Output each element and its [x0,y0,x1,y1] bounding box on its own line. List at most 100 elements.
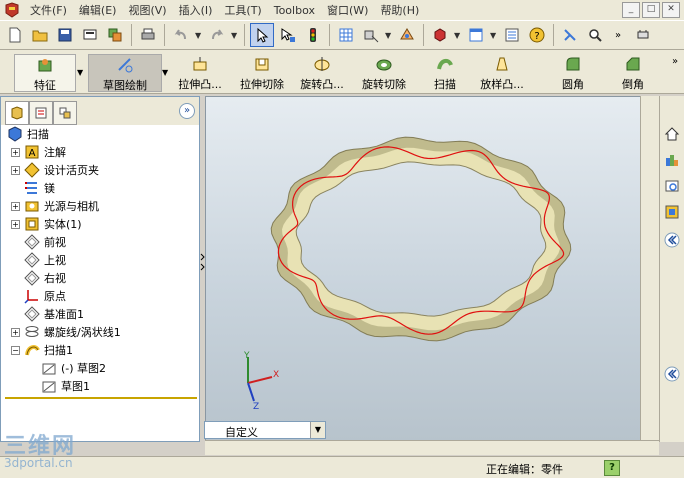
tree-expander-icon[interactable]: + [11,201,20,211]
tree-item[interactable]: + A 注解 [1,143,199,161]
toolbar-separator [244,24,245,46]
tree-item[interactable]: + 实体(1) [1,215,199,233]
solidworks-logo-icon[interactable] [4,2,20,18]
tree-item[interactable]: + 光源与相机 [1,197,199,215]
toolbar-separator [553,24,554,46]
save-button[interactable] [54,24,76,46]
select-button[interactable] [250,23,274,47]
section-view-button[interactable] [465,24,487,46]
filter-button[interactable] [277,24,299,46]
features-tab[interactable]: 特征 [14,54,76,92]
tree-item[interactable]: 基准面1 [1,305,199,323]
tree-item-label: 设计活页夹 [44,164,99,177]
horizontal-scrollbar[interactable] [205,440,659,455]
sweep-button[interactable]: 扫描 [422,54,468,92]
view-orientation-select[interactable]: 自定义 ▼ [204,421,326,439]
tree-root[interactable]: 扫描 [1,125,199,143]
chevron-down-icon[interactable]: ▼ [77,68,83,77]
print-button[interactable] [137,24,159,46]
graphics-area[interactable]: Y X Z [205,96,659,442]
menu-tools[interactable]: 工具(T) [218,2,267,18]
fillet-button[interactable]: 圆角 [548,54,598,92]
tree-item[interactable]: 前视 [1,233,199,251]
chamfer-button[interactable]: 倒角 [608,54,658,92]
vertical-scrollbar[interactable] [640,96,659,440]
extruded-boss-button[interactable]: 拉伸凸... [172,54,228,92]
restore-button[interactable]: □ [642,2,660,18]
rollback-bar[interactable] [5,397,197,399]
loft-boss-button[interactable]: 放样凸... [474,54,530,92]
properties-button[interactable] [501,24,523,46]
tree-expander-icon[interactable]: + [11,219,20,229]
command-manager: 特征 ▼ 草图绘制 ▼ 拉伸凸... 拉伸切除 旋转凸... 旋转切除 扫描 放… [0,50,684,94]
tab-property-manager[interactable] [29,101,53,125]
panel-expand-button[interactable]: » [179,103,195,119]
print-preview-button[interactable] [79,24,101,46]
chevron-down-icon[interactable]: ▼ [195,31,203,40]
tree-item[interactable]: − 扫描1 [1,341,199,359]
undo-button[interactable] [170,24,192,46]
tree-item[interactable]: 草图1 [1,377,199,395]
task-pane-collapse-button[interactable] [662,230,682,250]
smart-dimension-button[interactable] [559,24,581,46]
redo-button[interactable] [206,24,228,46]
chevron-down-icon[interactable]: ▼ [385,31,393,40]
chevron-down-icon[interactable]: ▼ [490,31,498,40]
toolbar-overflow-icon[interactable]: » [615,30,621,41]
menu-help[interactable]: 帮助(H) [374,2,425,18]
menu-edit[interactable]: 编辑(E) [73,2,123,18]
menu-insert[interactable]: 插入(I) [173,2,219,18]
extruded-cut-button[interactable]: 拉伸切除 [234,54,290,92]
tree-expander-icon[interactable]: + [11,165,20,175]
chevron-down-icon[interactable]: ▼ [162,68,168,77]
grid-button[interactable] [335,24,357,46]
tree-item[interactable]: + 设计活页夹 [1,161,199,179]
revolved-cut-button[interactable]: 旋转切除 [356,54,412,92]
toolbar-separator [329,24,330,46]
task-pane-home-button[interactable] [662,124,682,144]
addins-button[interactable] [632,24,654,46]
chevron-down-icon[interactable]: ▼ [310,422,325,438]
overflow-chevron-icon[interactable]: » [672,56,678,67]
tree-expander-icon[interactable]: + [11,147,20,157]
tree-item[interactable]: + 螺旋线/涡状线1 [1,323,199,341]
menu-window[interactable]: 窗口(W) [321,2,374,18]
traffic-light-icon [310,28,316,42]
tab-configuration-manager[interactable] [53,101,77,125]
task-pane-palette-button[interactable] [662,202,682,222]
menu-file[interactable]: 文件(F) [24,2,73,18]
tree-item[interactable]: 右视 [1,269,199,287]
chevron-down-icon[interactable]: ▼ [231,31,239,40]
window-controls: _ □ ✕ [622,2,680,18]
task-pane-library-button[interactable] [662,150,682,170]
display-style-button[interactable] [429,24,451,46]
render-button[interactable] [396,24,418,46]
task-pane-explorer-button[interactable] [662,176,682,196]
menu-toolbox[interactable]: Toolbox [268,4,321,17]
chamfer-icon [626,57,640,71]
sketch-tab[interactable]: 草图绘制 [88,54,162,92]
minimize-button[interactable]: _ [622,2,640,18]
tree-item[interactable]: 上视 [1,251,199,269]
new-document-button[interactable] [4,24,26,46]
tree-expander-icon[interactable]: − [11,345,20,355]
task-pane-expand-button[interactable] [662,364,682,384]
tree-item-label: 草图1 [61,380,90,393]
tree-item[interactable]: 原点 [1,287,199,305]
rebuild-icon [108,28,122,42]
tree-expander-icon[interactable]: + [11,327,20,337]
tree-item[interactable]: 镁 [1,179,199,197]
help-button[interactable]: ? [526,24,548,46]
tab-feature-tree[interactable] [5,101,29,125]
status-help-icon[interactable]: ? [604,460,620,476]
close-button[interactable]: ✕ [662,2,680,18]
chevron-down-icon[interactable]: ▼ [454,31,462,40]
revolved-boss-button[interactable]: 旋转凸... [294,54,350,92]
tree-item[interactable]: (-) 草图2 [1,359,199,377]
menu-view[interactable]: 视图(V) [122,2,172,18]
view-orientation-button[interactable] [360,24,382,46]
zoom-button[interactable] [584,24,606,46]
open-button[interactable] [29,24,51,46]
rebuild-button[interactable] [104,24,126,46]
traffic-light-button[interactable] [302,24,324,46]
